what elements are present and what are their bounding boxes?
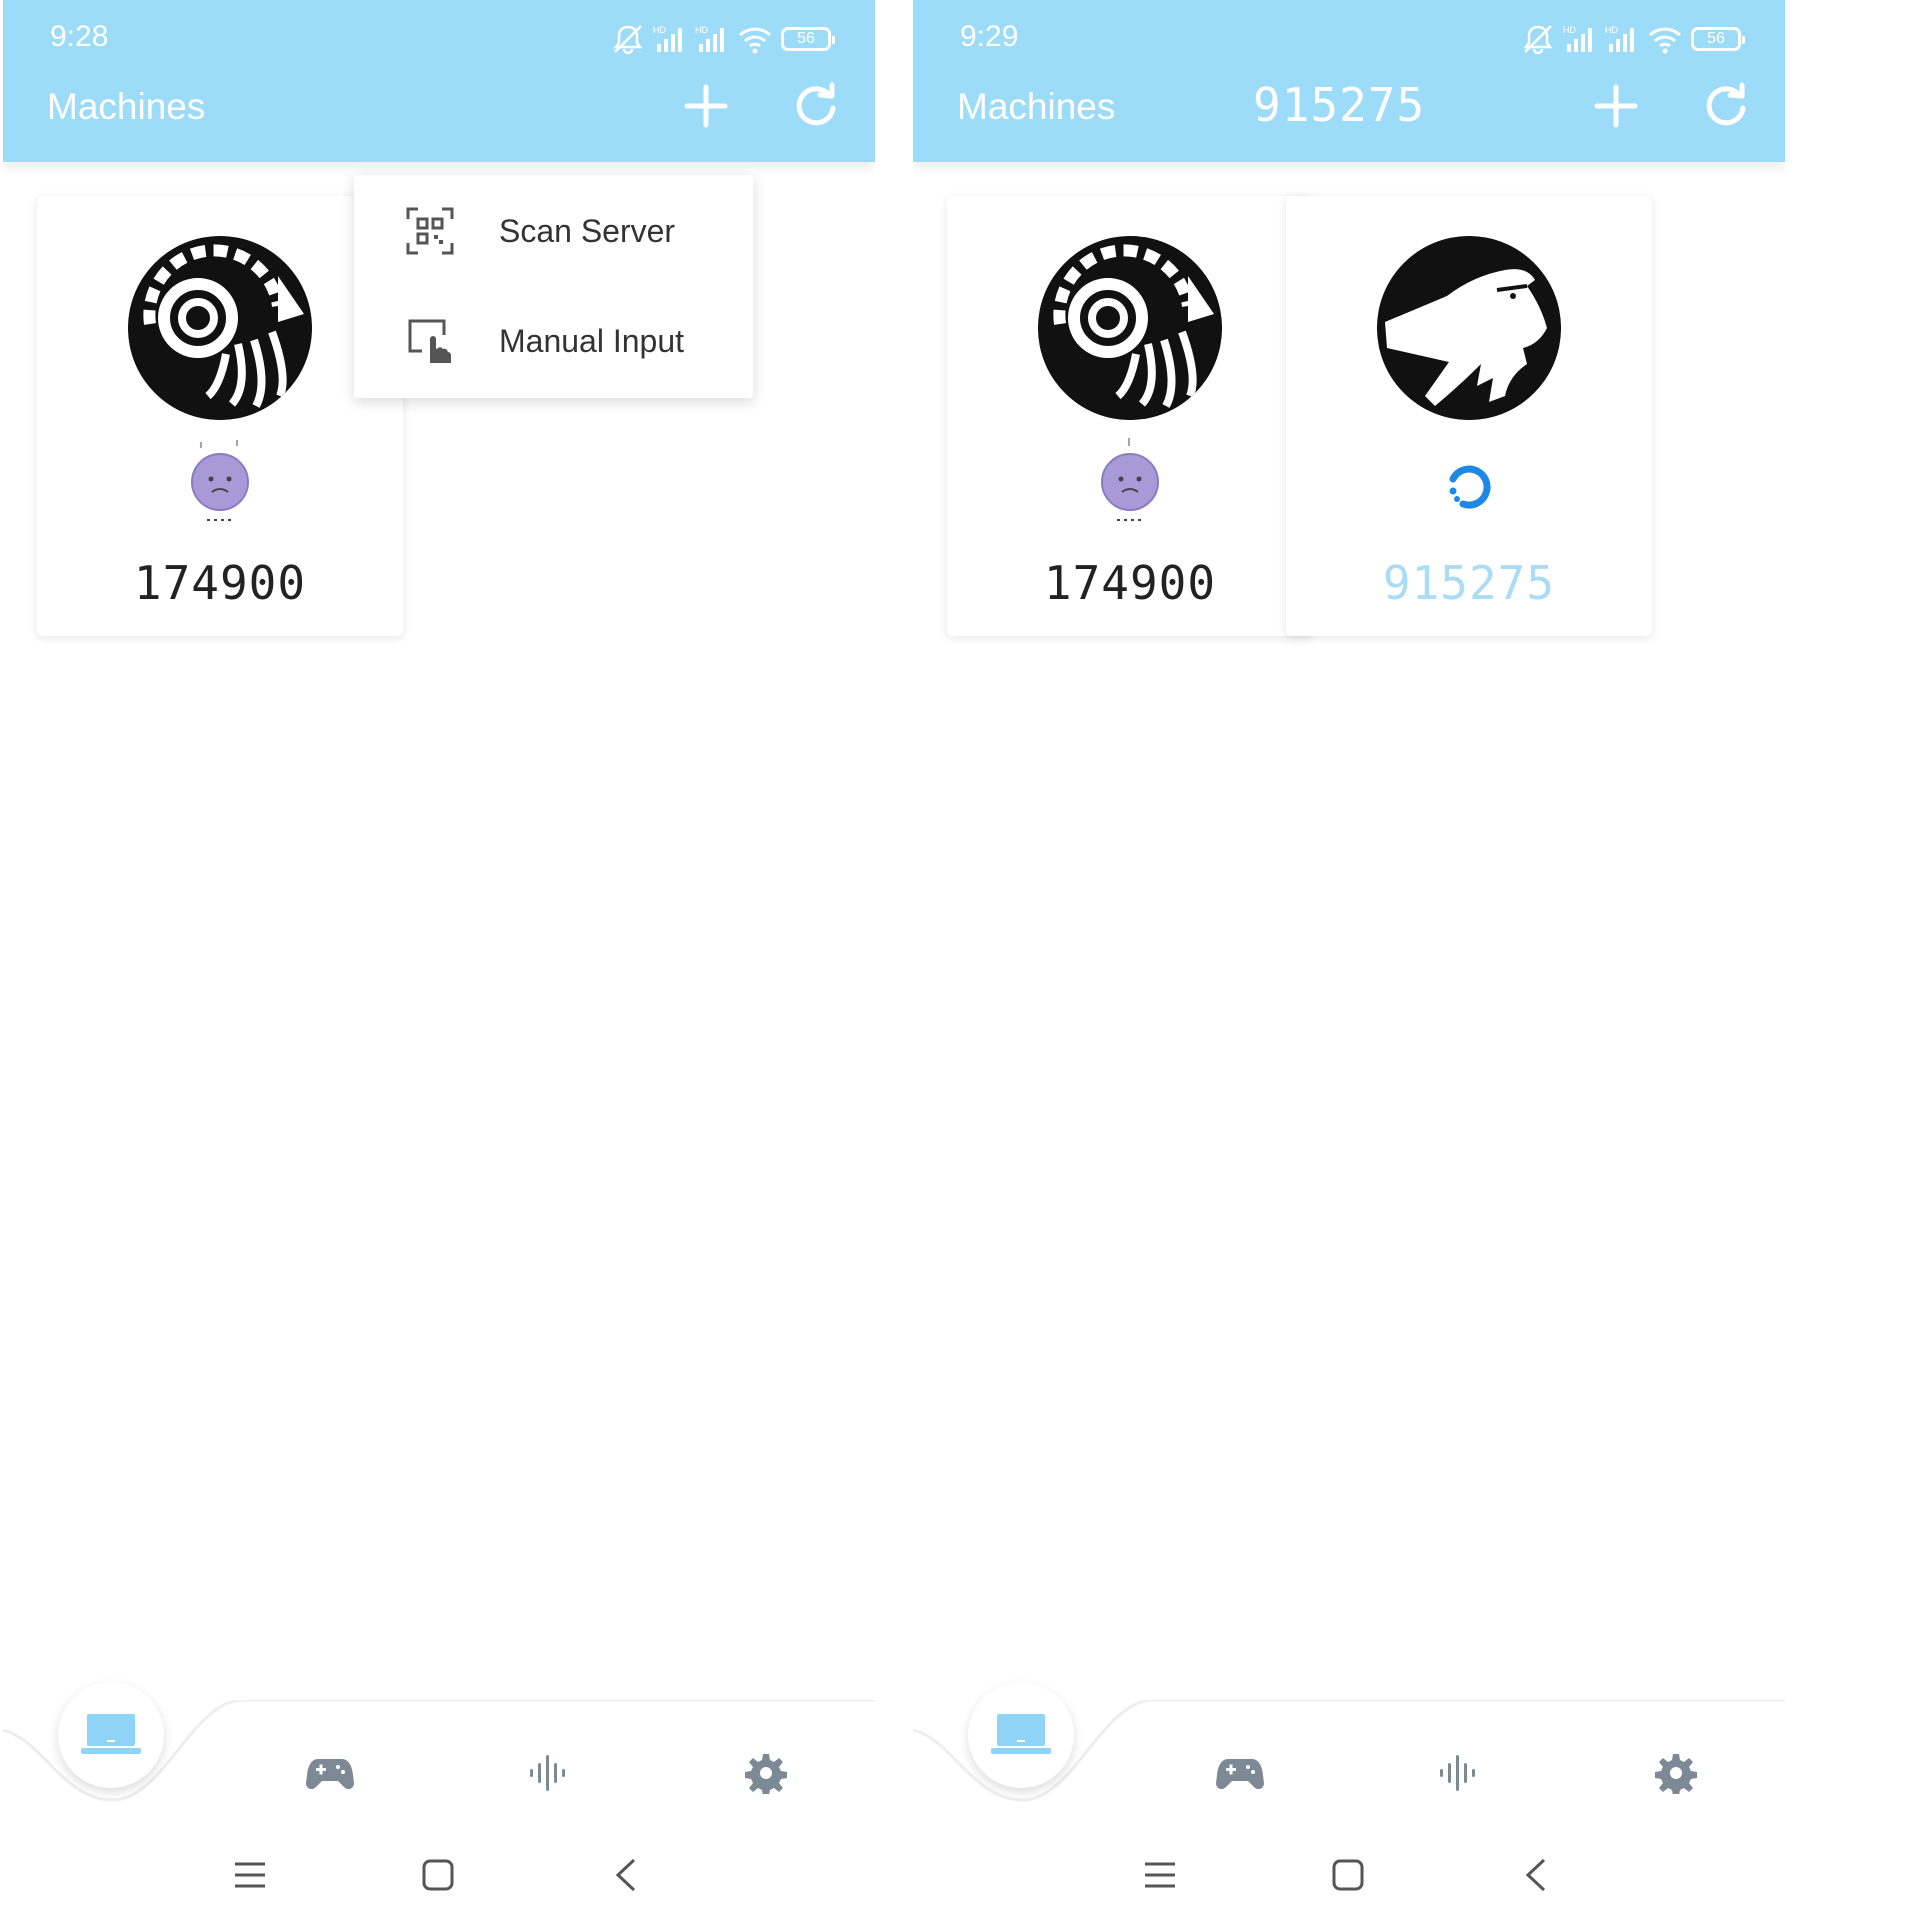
svg-text:HD: HD [1563, 25, 1576, 35]
page-title: Machines [47, 86, 206, 127]
nav-games-button[interactable] [1212, 1748, 1268, 1798]
status-icons: HD HD 56 [1521, 22, 1745, 56]
nav-machines-button[interactable] [58, 1682, 164, 1788]
gamepad-icon [306, 1759, 354, 1790]
audio-wave-icon [1440, 1755, 1475, 1791]
nav-games-button[interactable] [302, 1748, 358, 1798]
machine-id: 174900 [1043, 556, 1217, 610]
machine-id: 915275 [1382, 556, 1556, 610]
gamepad-icon [1216, 1759, 1264, 1790]
tap-hand-icon [408, 319, 451, 363]
svg-text:HD: HD [695, 25, 708, 35]
menu-item-manual-input[interactable]: Manual Input [354, 285, 753, 395]
machines-icon [991, 1714, 1051, 1754]
add-machine-button[interactable] [676, 76, 736, 136]
app-bar: 9:28 HD HD 56 Machines [3, 0, 875, 162]
system-back-button[interactable] [1506, 1845, 1566, 1905]
app-bar: 9:29 HD HD 56 Machines 915275 [913, 0, 1785, 162]
bottom-navigation [3, 1682, 875, 1820]
nav-machines-button[interactable] [968, 1682, 1074, 1788]
signal-hd-icon: HD [653, 25, 682, 52]
offline-status-icon [1101, 438, 1159, 521]
menu-icon [1145, 1862, 1175, 1888]
system-back-button[interactable] [596, 1845, 656, 1905]
refresh-button[interactable] [786, 76, 846, 136]
back-icon [1525, 1858, 1546, 1892]
goat-logo [1377, 236, 1561, 420]
system-menu-button[interactable] [220, 1845, 280, 1905]
battery-indicator: 56 [1691, 27, 1745, 51]
system-navigation [3, 1845, 875, 1905]
qr-scan-icon [406, 207, 454, 255]
add-machine-menu: Scan Server Manual Input [354, 175, 753, 398]
page-title: Machines [957, 86, 1116, 127]
system-menu-button[interactable] [1130, 1845, 1190, 1905]
battery-indicator: 56 [781, 27, 835, 51]
nav-audio-button[interactable] [520, 1748, 576, 1798]
machine-card[interactable]: 174900 [37, 196, 403, 636]
machines-icon [81, 1714, 141, 1754]
settings-gear-icon [1655, 1754, 1697, 1794]
connecting-machine-code: 915275 [1253, 78, 1426, 132]
system-home-button[interactable] [408, 1845, 468, 1905]
refresh-icon [796, 82, 836, 126]
status-icons: HD HD 56 [611, 22, 835, 56]
wifi-icon [1648, 27, 1682, 54]
ram-octopus-logo [1038, 236, 1222, 420]
machine-id: 174900 [133, 556, 307, 610]
mute-icon [613, 25, 643, 55]
ram-octopus-logo [128, 236, 312, 420]
svg-text:HD: HD [653, 25, 666, 35]
refresh-icon [1706, 82, 1746, 126]
signal-hd-icon: HD [1563, 25, 1592, 52]
home-icon [1332, 1859, 1364, 1891]
signal-hd-icon: HD [695, 25, 724, 52]
settings-gear-icon [745, 1754, 787, 1794]
phone-screen-left: 9:28 HD HD 56 Machines 174900 Scan Serve… [3, 0, 875, 1920]
wifi-icon [738, 27, 772, 54]
machine-card[interactable]: 915275 [1286, 196, 1652, 636]
nav-settings-button[interactable] [1648, 1748, 1704, 1798]
bottom-navigation [913, 1682, 1785, 1820]
status-time: 9:29 [960, 20, 1019, 53]
menu-item-scan-server[interactable]: Scan Server [354, 175, 753, 285]
add-machine-button[interactable] [1586, 76, 1646, 136]
home-icon [422, 1859, 454, 1891]
back-icon [615, 1858, 636, 1892]
system-home-button[interactable] [1318, 1845, 1378, 1905]
svg-text:HD: HD [1605, 25, 1618, 35]
phone-screen-right: 9:29 HD HD 56 Machines 915275 174900 915… [913, 0, 1785, 1920]
system-navigation [913, 1845, 1785, 1905]
signal-hd-icon: HD [1605, 25, 1634, 52]
audio-wave-icon [530, 1755, 565, 1791]
menu-item-label: Manual Input [499, 323, 685, 359]
plus-icon [1594, 84, 1638, 128]
offline-status-icon [191, 440, 249, 521]
status-time: 9:28 [50, 20, 109, 53]
mute-icon [1523, 25, 1553, 55]
nav-settings-button[interactable] [738, 1748, 794, 1798]
nav-audio-button[interactable] [1430, 1748, 1486, 1798]
machine-card[interactable]: 174900 [947, 196, 1313, 636]
loading-spinner-icon [1449, 465, 1491, 509]
refresh-button[interactable] [1696, 76, 1756, 136]
menu-item-label: Scan Server [499, 213, 676, 249]
menu-icon [235, 1862, 265, 1888]
plus-icon [684, 84, 728, 128]
